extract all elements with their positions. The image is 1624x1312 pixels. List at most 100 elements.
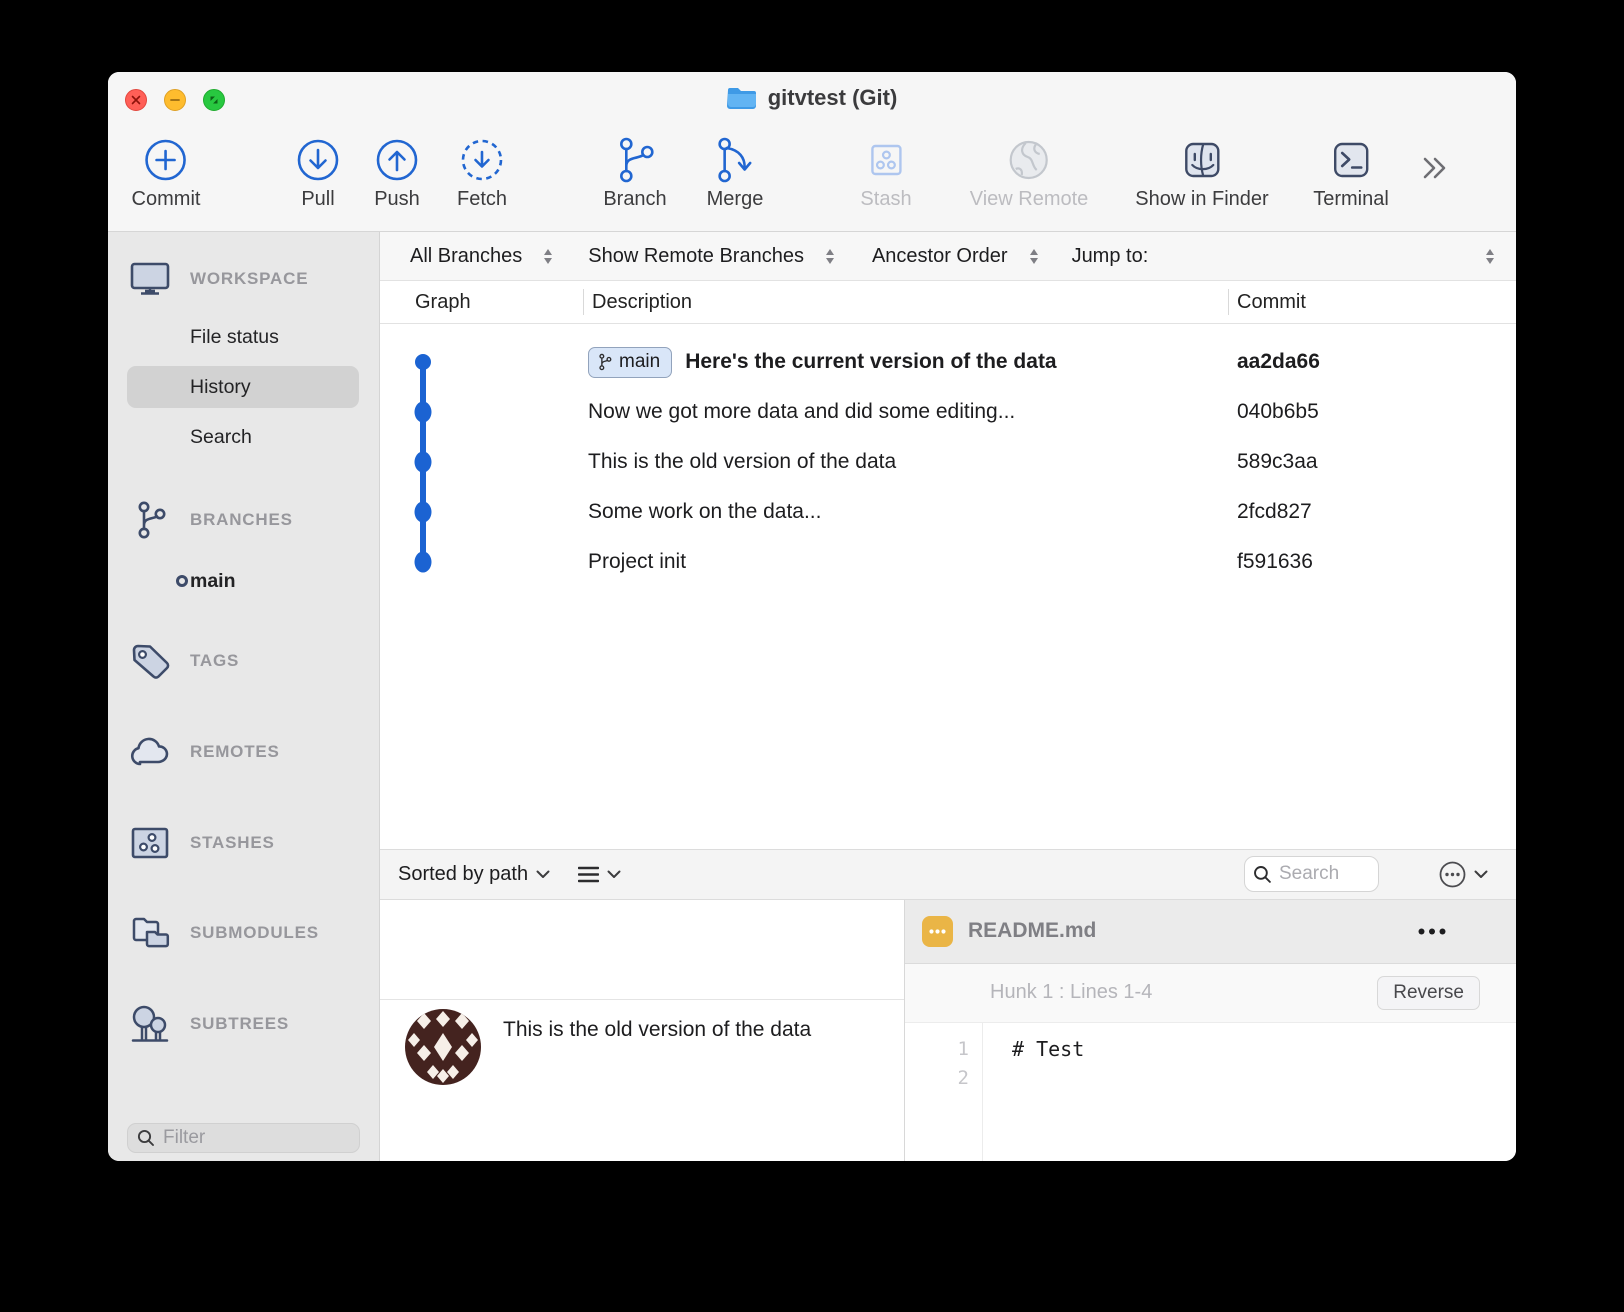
commit-hash: 2fcd827	[1237, 500, 1312, 523]
line-number: 1	[957, 1038, 969, 1060]
order-dropdown[interactable]: Ancestor Order	[872, 245, 1008, 268]
chevron-down-icon[interactable]	[1474, 870, 1488, 879]
branch-filter-dropdown[interactable]: All Branches	[410, 245, 522, 268]
minimize-button[interactable]	[164, 89, 186, 111]
sidebar-item-file-status[interactable]: File status	[127, 316, 359, 358]
sidebar-section-remotes[interactable]: REMOTES	[127, 730, 359, 774]
terminal-icon	[1313, 136, 1389, 184]
zoom-button[interactable]	[203, 89, 225, 111]
cloud-icon	[127, 737, 173, 767]
file-search-input[interactable]	[1279, 863, 1370, 885]
commit-row[interactable]: main Here's the current version of the d…	[380, 337, 1516, 388]
monitor-icon	[127, 262, 173, 296]
fetch-icon	[457, 136, 507, 184]
window-header: gitvtest (Git) Commit Pull Push Fetch Br…	[108, 72, 1516, 232]
folder-icon	[726, 86, 757, 110]
sidebar-section-workspace[interactable]: WORKSPACE	[127, 257, 359, 301]
sidebar-section-branches[interactable]: BRANCHES	[127, 498, 359, 542]
filter-input[interactable]	[163, 1127, 350, 1149]
sidebar-section-submodules[interactable]: SUBMODULES	[127, 911, 359, 955]
graph-node-head	[415, 354, 431, 370]
pull-button[interactable]: Pull	[294, 136, 342, 211]
push-button[interactable]: Push	[373, 136, 421, 211]
show-in-finder-button[interactable]: Show in Finder	[1135, 136, 1269, 211]
toolbar: Commit Pull Push Fetch Branch Merge Stas…	[108, 124, 1516, 232]
jump-to-stepper-icon[interactable]	[1486, 248, 1494, 264]
sidebar-item-search[interactable]: Search	[127, 416, 359, 458]
chevron-down-icon[interactable]	[607, 870, 621, 879]
branch-badge-main[interactable]: main	[588, 346, 673, 378]
file-panel-toolbar: Sorted by path	[380, 848, 1516, 900]
stash-icon	[860, 136, 911, 184]
commit-row[interactable]: This is the old version of the data 589c…	[380, 436, 1516, 488]
column-header-description[interactable]: Description	[583, 281, 1228, 323]
commit-message: Project init	[588, 550, 687, 573]
branch-icon	[127, 501, 173, 539]
commit-hash: aa2da66	[1237, 350, 1320, 373]
sidebar-item-history[interactable]: History	[127, 366, 359, 408]
commit-list: main Here's the current version of the d…	[380, 337, 1516, 587]
diff-line[interactable]: 2	[905, 1064, 1516, 1093]
chevron-down-icon[interactable]	[536, 870, 550, 879]
more-options-icon[interactable]	[1439, 861, 1466, 888]
merge-icon	[707, 136, 764, 184]
diff-code: 1 # Test 2	[905, 1022, 1516, 1162]
submodules-icon	[127, 915, 173, 951]
finder-icon	[1135, 136, 1268, 184]
commit-message: Now we got more data and did some editin…	[588, 400, 1016, 423]
branch-icon	[599, 353, 612, 370]
reverse-hunk-button[interactable]: Reverse	[1377, 975, 1480, 1010]
branch-bullet-icon	[176, 575, 188, 587]
commit-message: Here's the current version of the data	[685, 350, 1057, 373]
close-button[interactable]	[125, 89, 147, 111]
traffic-lights	[125, 89, 225, 111]
commit-message: Some work on the data...	[588, 500, 822, 523]
column-header-graph[interactable]: Graph	[380, 281, 583, 323]
stepper-icon[interactable]	[544, 248, 553, 264]
globe-icon	[970, 136, 1089, 184]
sidebar-filter-input[interactable]	[127, 1123, 360, 1153]
commit-row[interactable]: Now we got more data and did some editin…	[380, 386, 1516, 438]
file-list-pane: This is the old version of the data	[380, 899, 905, 1161]
sort-dropdown[interactable]: Sorted by path	[398, 863, 528, 886]
file-list[interactable]	[380, 900, 904, 1000]
commit-row[interactable]: Some work on the data... 2fcd827	[380, 486, 1516, 538]
merge-button[interactable]: Merge	[707, 136, 764, 211]
commit-hash: 040b6b5	[1237, 400, 1319, 423]
sidebar-section-subtrees[interactable]: SUBTREES	[127, 1002, 359, 1046]
stepper-icon[interactable]	[1029, 248, 1038, 264]
branch-icon	[603, 136, 666, 184]
graph-node	[414, 451, 432, 473]
commit-detail-message: This is the old version of the data	[503, 1017, 812, 1041]
graph-node	[414, 501, 432, 523]
push-icon	[373, 136, 421, 184]
terminal-button[interactable]: Terminal	[1313, 136, 1389, 211]
sidebar-item-branch-main[interactable]: main	[127, 560, 359, 602]
titlebar: gitvtest (Git)	[108, 72, 1516, 124]
search-icon	[1253, 865, 1272, 884]
commit-hash: f591636	[1237, 550, 1313, 573]
sidebar-section-stashes[interactable]: STASHES	[127, 821, 359, 865]
remote-filter-dropdown[interactable]: Show Remote Branches	[588, 245, 804, 268]
stash-button[interactable]: Stash	[860, 136, 912, 211]
commit-row[interactable]: Project init f591636	[380, 536, 1516, 587]
modified-file-icon	[922, 915, 953, 947]
view-remote-button[interactable]: View Remote	[970, 136, 1089, 211]
search-icon	[137, 1129, 155, 1147]
double-chevron-right-icon	[1423, 157, 1446, 179]
file-search-box[interactable]	[1244, 856, 1379, 892]
diff-line[interactable]: 1 # Test	[905, 1035, 1516, 1064]
commit-button[interactable]: Commit	[132, 136, 200, 211]
fetch-button[interactable]: Fetch	[457, 136, 507, 211]
file-more-options-icon[interactable]	[1418, 928, 1446, 935]
toolbar-overflow-button[interactable]	[1422, 156, 1448, 185]
app-window: gitvtest (Git) Commit Pull Push Fetch Br…	[108, 72, 1516, 1161]
branch-button[interactable]: Branch	[603, 136, 667, 211]
jump-to-label: Jump to:	[1071, 244, 1149, 267]
column-header-commit[interactable]: Commit	[1228, 281, 1516, 323]
diff-file-header[interactable]: README.md	[905, 899, 1516, 964]
line-code: # Test	[1012, 1037, 1085, 1061]
view-options-icon[interactable]	[578, 866, 600, 883]
sidebar-section-tags[interactable]: TAGS	[127, 639, 359, 683]
stepper-icon[interactable]	[825, 248, 834, 264]
